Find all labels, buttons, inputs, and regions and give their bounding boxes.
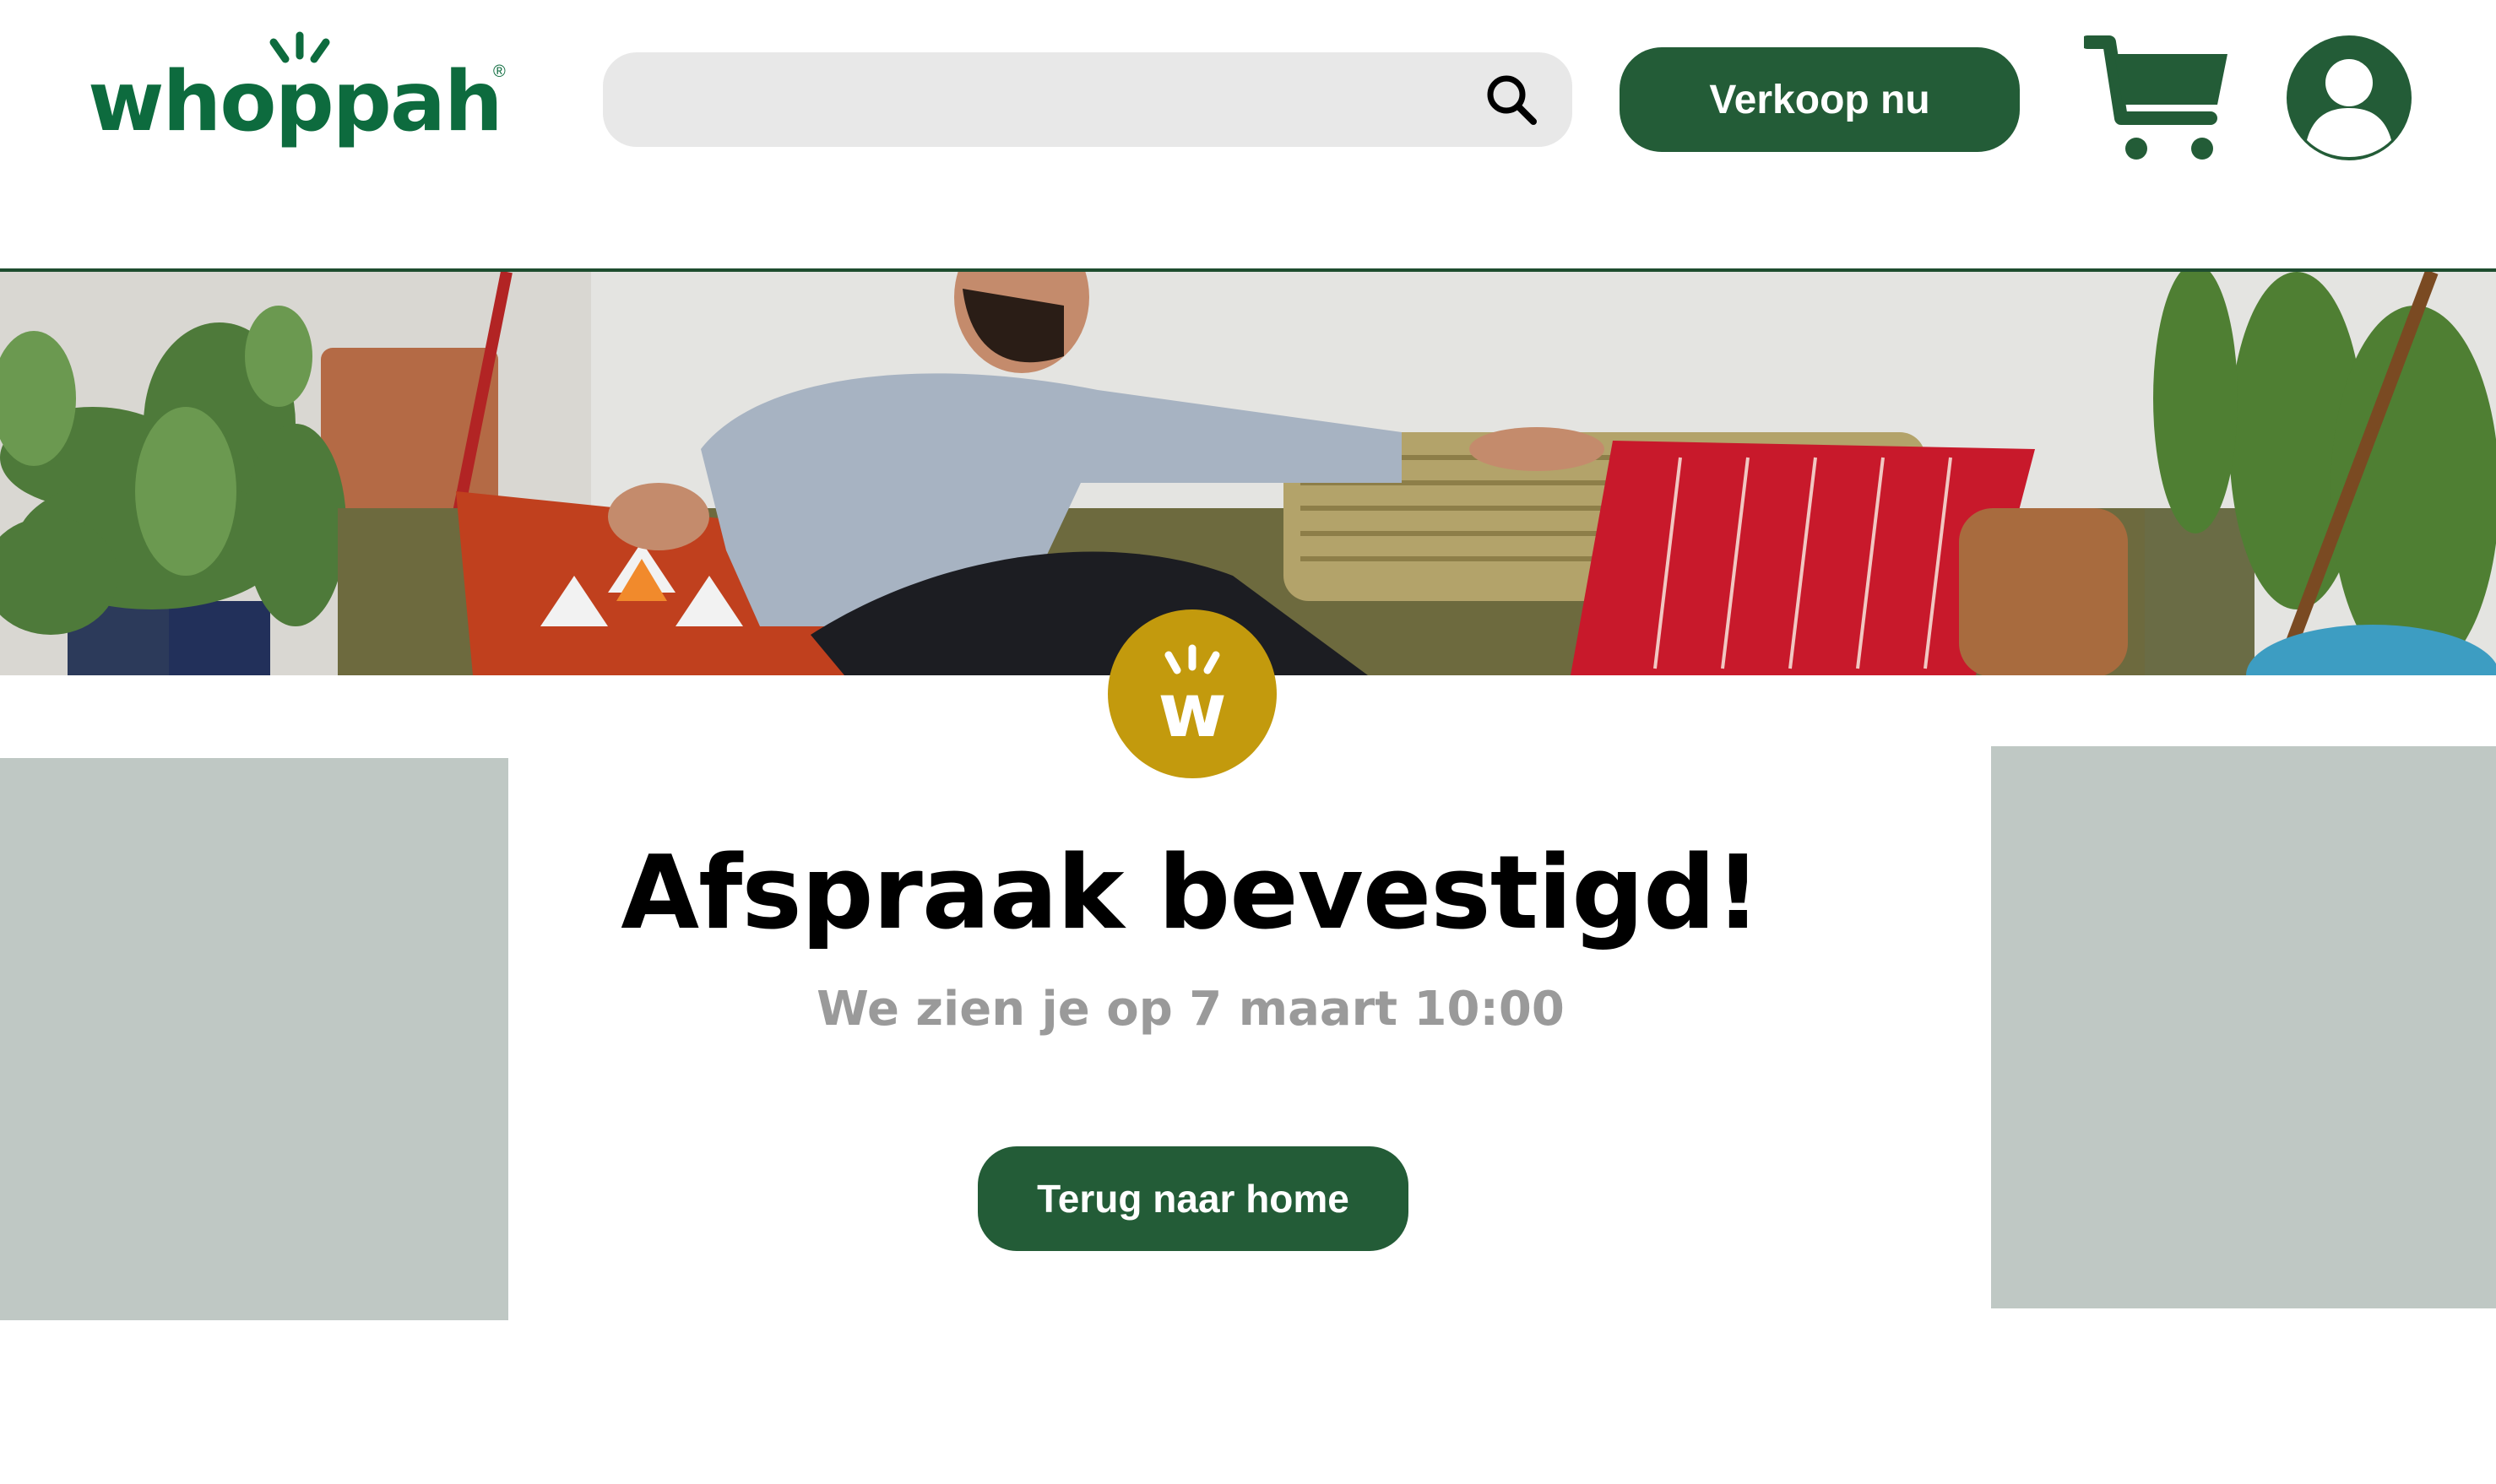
- confirmation-title: Afspraak bevestigd!: [621, 835, 1761, 952]
- sell-now-button[interactable]: Verkoop nu: [1620, 47, 2020, 152]
- confirmation-subtitle: We zien je op 7 maart 10:00: [817, 982, 1565, 1037]
- whoppah-logo[interactable]: whoppah ®: [88, 30, 518, 157]
- left-side-panel: [0, 758, 508, 1320]
- right-side-panel: [1991, 746, 2496, 1308]
- user-avatar-icon[interactable]: [2285, 34, 2413, 162]
- badge-letter: w: [1158, 667, 1226, 754]
- whoppah-badge-icon: w: [1108, 609, 1277, 778]
- site-header: whoppah ® Verkoop nu: [0, 0, 2496, 272]
- search-bar[interactable]: [603, 52, 1572, 149]
- back-to-home-button[interactable]: Terug naar home: [978, 1146, 1408, 1251]
- logo-wordmark: whoppah: [88, 54, 503, 150]
- logo-registered-mark: ®: [493, 62, 506, 81]
- search-icon[interactable]: [1481, 69, 1542, 130]
- search-input[interactable]: [637, 52, 1468, 149]
- cart-icon[interactable]: [2084, 34, 2231, 162]
